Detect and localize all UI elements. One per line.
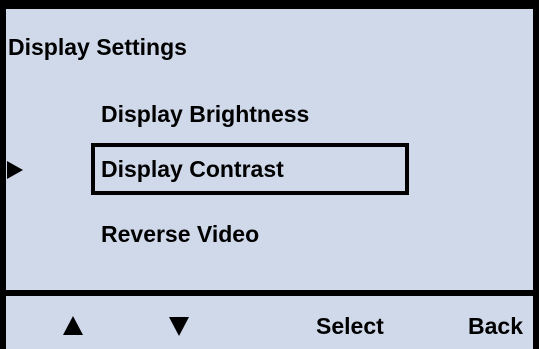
down-arrow-icon [169, 317, 189, 336]
selection-cursor-icon [7, 161, 23, 179]
menu-item-reverse-video[interactable]: Reverse Video [91, 208, 409, 260]
select-button[interactable]: Select [316, 306, 384, 346]
up-arrow-icon [63, 316, 83, 335]
scroll-up-button[interactable] [54, 306, 94, 346]
menu-title: Display Settings [8, 34, 187, 60]
menu-item-display-contrast[interactable]: Display Contrast [91, 143, 409, 195]
lcd-screen: Display Settings Display Brightness Disp… [0, 0, 539, 349]
scroll-down-button[interactable] [160, 306, 200, 346]
softkey-bar: Select Back [6, 290, 533, 349]
back-button[interactable]: Back [468, 306, 523, 346]
menu-item-display-brightness[interactable]: Display Brightness [91, 88, 409, 140]
